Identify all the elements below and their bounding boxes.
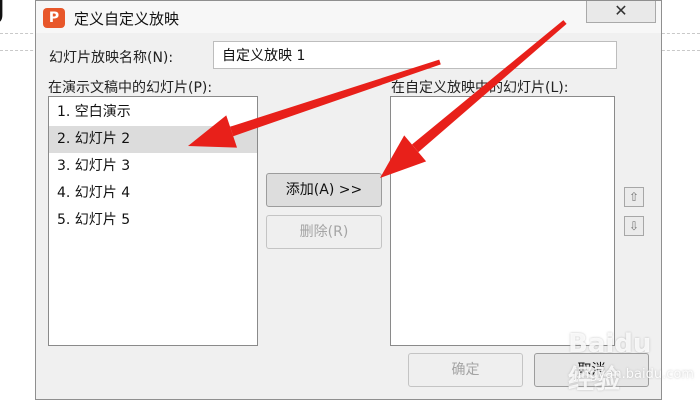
move-up-button[interactable]: ⇧ xyxy=(624,187,644,207)
background-glyph: J xyxy=(0,0,5,25)
slide-list-item[interactable]: 1. 空白演示 xyxy=(49,99,257,126)
dialog-title: 定义自定义放映 xyxy=(74,10,180,28)
arrow-down-icon: ⇩ xyxy=(628,219,640,233)
move-down-button[interactable]: ⇩ xyxy=(624,216,644,236)
define-custom-show-dialog: P 定义自定义放映 ✕ 幻灯片放映名称(N): 在演示文稿中的幻灯片(P): 1… xyxy=(35,0,694,400)
close-button[interactable]: ✕ xyxy=(586,1,656,23)
slide-list-item[interactable]: 5. 幻灯片 5 xyxy=(49,207,257,234)
show-name-input[interactable] xyxy=(213,41,617,69)
available-slides-label: 在演示文稿中的幻灯片(P): xyxy=(48,80,213,96)
slide-list-item[interactable]: 2. 幻灯片 2 xyxy=(49,126,257,153)
title-bar: P 定义自定义放映 ✕ xyxy=(36,1,661,33)
remove-button[interactable]: 删除(R) xyxy=(266,215,382,249)
arrow-up-icon: ⇧ xyxy=(628,190,640,204)
slide-list-item[interactable]: 3. 幻灯片 3 xyxy=(49,153,257,180)
watermark-logo: Baidu经验 xyxy=(568,329,652,395)
watermark-url: jingyan.baidu.com xyxy=(574,367,694,382)
custom-show-slides-list[interactable] xyxy=(390,96,615,346)
ok-button[interactable]: 确定 xyxy=(408,353,523,387)
wps-presentation-icon: P xyxy=(43,8,65,28)
close-icon: ✕ xyxy=(614,1,628,20)
add-button[interactable]: 添加(A) >> xyxy=(266,173,382,207)
show-name-label: 幻灯片放映名称(N): xyxy=(49,50,174,66)
available-slides-list[interactable]: 1. 空白演示 2. 幻灯片 2 3. 幻灯片 3 4. 幻灯片 4 5. 幻灯片 5 xyxy=(48,96,258,346)
slide-list-item[interactable]: 4. 幻灯片 4 xyxy=(49,180,257,207)
custom-show-slides-label: 在自定义放映中的幻灯片(L): xyxy=(391,80,569,96)
